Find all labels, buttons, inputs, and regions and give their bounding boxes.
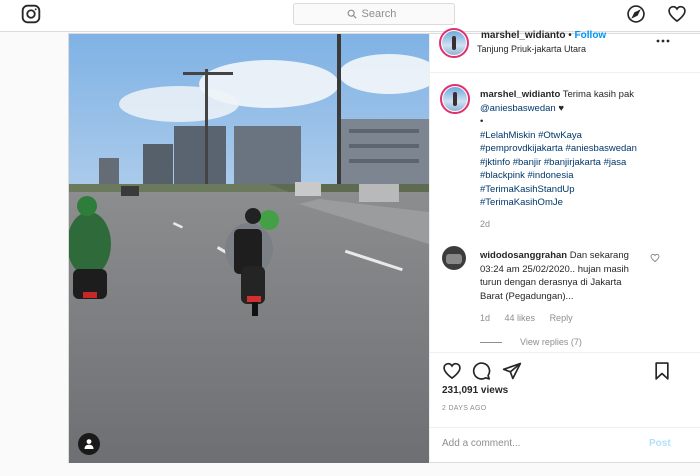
more-options-icon[interactable]: [656, 37, 670, 45]
hashtag-line[interactable]: #LelahMiskin #OtwKaya: [480, 130, 582, 141]
share-plane-icon[interactable]: [502, 361, 522, 381]
separator-dot: •: [568, 30, 572, 41]
commenter-username[interactable]: widodosanggrahan: [480, 250, 567, 261]
author-avatar[interactable]: [439, 28, 469, 58]
post-card: marshel_widianto • Follow Tanjung Priuk-…: [68, 28, 700, 463]
comment-likes[interactable]: 44 likes: [505, 313, 536, 323]
posted-time: 2 DAYS AGO: [442, 405, 487, 412]
comment-input[interactable]: [442, 438, 632, 449]
caption-time[interactable]: 2d: [480, 219, 490, 229]
commenter-avatar[interactable]: [442, 246, 466, 270]
top-navigation: [0, 0, 700, 32]
view-replies-button[interactable]: View replies (7): [480, 337, 582, 347]
header-divider: [430, 72, 700, 73]
post-video[interactable]: [69, 34, 429, 463]
user-tag-button[interactable]: [78, 433, 100, 455]
comment-bubble-icon[interactable]: [471, 361, 491, 381]
caption-mention[interactable]: @aniesbaswedan: [480, 103, 556, 114]
caption-username[interactable]: marshel_widianto: [480, 89, 560, 100]
bookmark-icon[interactable]: [652, 361, 672, 381]
hashtag-line[interactable]: #jktinfo #banjir #banjirjakarta #jasa: [480, 157, 626, 168]
instagram-icon[interactable]: [21, 4, 41, 24]
post-author-line: marshel_widianto • Follow: [481, 30, 606, 41]
post-side-panel: marshel_widianto • Follow Tanjung Priuk-…: [429, 28, 700, 463]
caption-bullet: •: [480, 116, 484, 127]
view-count[interactable]: 231,091 views: [442, 385, 508, 396]
caption-heart: ♥: [558, 102, 564, 114]
user-icon: [84, 439, 94, 449]
like-heart-icon[interactable]: [442, 361, 462, 381]
search-box[interactable]: [293, 3, 455, 25]
comment-like-heart-icon[interactable]: [650, 253, 660, 263]
caption-avatar[interactable]: [440, 84, 470, 114]
heart-icon[interactable]: [667, 4, 687, 24]
hashtag-line[interactable]: #TerimaKasihOmJe: [480, 197, 563, 208]
comment-text: widodosanggrahan Dan sekarang 03:24 am 2…: [480, 249, 640, 303]
video-frame: [69, 34, 429, 463]
post-location[interactable]: Tanjung Priuk-jakarta Utara: [477, 44, 586, 54]
actions-divider: [430, 352, 700, 353]
compass-icon[interactable]: [626, 4, 646, 24]
post-header: marshel_widianto • Follow Tanjung Priuk-…: [430, 28, 700, 72]
add-comment-form: Post: [430, 427, 700, 463]
search-icon: [347, 9, 357, 19]
post-comment-button[interactable]: Post: [649, 438, 671, 449]
hashtag-line[interactable]: #TerimaKasihStandUp: [480, 184, 575, 195]
caption-message: Terima kasih pak: [562, 89, 634, 100]
reply-button[interactable]: Reply: [550, 313, 573, 323]
comment-meta: 1d 44 likes Reply: [480, 313, 585, 323]
follow-button[interactable]: Follow: [575, 30, 607, 41]
view-replies-label: View replies (7): [520, 337, 582, 347]
hashtag-line[interactable]: #blackpink #indonesia: [480, 170, 573, 181]
comment-time[interactable]: 1d: [480, 313, 490, 323]
author-username[interactable]: marshel_widianto: [481, 30, 565, 41]
search-input[interactable]: [361, 8, 402, 20]
hashtag-line[interactable]: #pemprovdkijakarta #aniesbaswedan: [480, 143, 637, 154]
caption-text: marshel_widianto Terima kasih pak @anies…: [480, 88, 695, 210]
replies-line: [480, 341, 502, 343]
